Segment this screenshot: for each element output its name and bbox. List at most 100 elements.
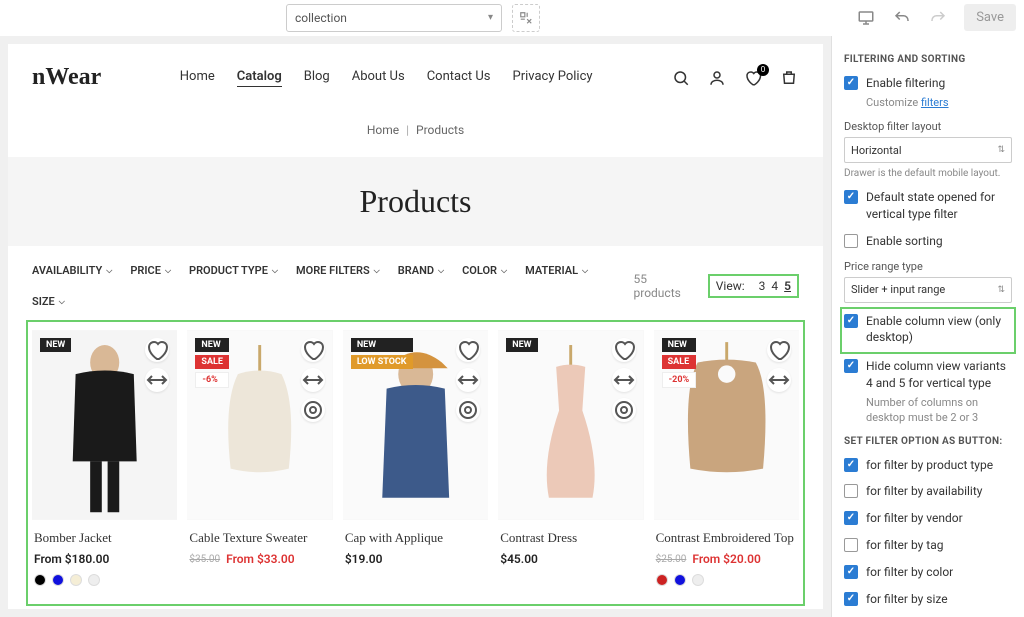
product-title: Cap with Applique <box>345 530 486 546</box>
price-range-type-select[interactable]: Slider + input range <box>844 277 1012 303</box>
filter-dropdown[interactable]: SIZE⌵ <box>32 295 65 308</box>
product-title: Contrast Dress <box>500 530 641 546</box>
product-image[interactable]: NEWSALE-20% <box>654 330 799 520</box>
checkbox-filter-option[interactable] <box>844 458 858 472</box>
column-view-switcher: View: 345 <box>708 274 799 298</box>
checkbox-enable-filtering[interactable] <box>844 76 858 90</box>
checkbox-enable-sorting[interactable] <box>844 234 858 248</box>
heart-icon[interactable] <box>612 338 636 362</box>
account-icon[interactable] <box>707 68 727 88</box>
checkbox-enable-column-view[interactable] <box>844 314 858 328</box>
checkbox-hide-column-variants[interactable] <box>844 359 858 373</box>
product-title: Contrast Embroidered Top <box>656 530 797 546</box>
product-card[interactable]: NEWSALE-20% Contrast Embroidered Top $25… <box>654 330 799 596</box>
column-view-option[interactable]: 4 <box>771 279 778 293</box>
editor-topbar: collection Save <box>0 0 1024 36</box>
redo-icon[interactable] <box>922 2 954 34</box>
breadcrumb-products: Products <box>416 123 464 137</box>
undo-icon[interactable] <box>886 2 918 34</box>
nav-item[interactable]: About Us <box>352 69 405 87</box>
checkbox-filter-option[interactable] <box>844 538 858 552</box>
color-swatch[interactable] <box>88 574 100 586</box>
nav-item[interactable]: Blog <box>304 69 330 87</box>
product-image[interactable]: NEWSALE-6% <box>187 330 332 520</box>
product-title: Bomber Jacket <box>34 530 175 546</box>
heart-icon[interactable] <box>767 338 791 362</box>
filter-dropdown[interactable]: COLOR⌵ <box>462 264 507 277</box>
compare-icon[interactable] <box>301 368 325 392</box>
product-count: 55 products <box>634 272 696 300</box>
compare-icon[interactable] <box>456 368 480 392</box>
compare-icon[interactable] <box>612 368 636 392</box>
section-select-icon[interactable] <box>512 4 540 32</box>
search-icon[interactable] <box>671 68 691 88</box>
page-type-select[interactable]: collection <box>286 4 502 32</box>
color-swatch[interactable] <box>52 574 64 586</box>
product-title: Cable Texture Sweater <box>189 530 330 546</box>
product-card[interactable]: NEW Bomber Jacket From $180.00 <box>32 330 177 596</box>
checkbox-default-state-opened[interactable] <box>844 190 858 204</box>
filter-dropdown[interactable]: BRAND⌵ <box>398 264 444 277</box>
heart-icon[interactable] <box>301 338 325 362</box>
eye-icon[interactable] <box>456 398 480 422</box>
product-image[interactable]: NEW <box>32 330 177 520</box>
nav-item[interactable]: Catalog <box>237 69 282 87</box>
save-button[interactable]: Save <box>964 4 1016 31</box>
product-card[interactable]: NEWLOW STOCK Cap with Applique $19.00 <box>343 330 488 596</box>
price-range-type-label: Price range type <box>844 260 1012 273</box>
product-price: $19.00 <box>345 552 486 566</box>
product-card[interactable]: NEWSALE-6% Cable Texture Sweater $35.00F… <box>187 330 332 596</box>
cart-icon[interactable] <box>779 68 799 88</box>
filter-dropdown[interactable]: MORE FILTERS⌵ <box>296 264 380 277</box>
section-heading-filter-buttons: SET FILTER OPTION AS BUTTON: <box>844 436 1012 447</box>
color-swatch[interactable] <box>692 574 704 586</box>
filter-dropdown[interactable]: PRICE⌵ <box>130 264 171 277</box>
desktop-filter-layout-label: Desktop filter layout <box>844 120 1012 133</box>
filter-dropdown[interactable]: MATERIAL⌵ <box>525 264 588 277</box>
breadcrumb: Home | Products <box>8 109 823 157</box>
color-swatch[interactable] <box>656 574 668 586</box>
product-price: $45.00 <box>500 552 641 566</box>
nav-item[interactable]: Contact Us <box>427 69 491 87</box>
heart-icon[interactable] <box>145 338 169 362</box>
heart-icon[interactable] <box>456 338 480 362</box>
product-price: $25.00From $20.00 <box>656 552 797 566</box>
filter-dropdown[interactable]: PRODUCT TYPE⌵ <box>189 264 278 277</box>
color-swatch[interactable] <box>34 574 46 586</box>
nav-item[interactable]: Home <box>180 69 215 87</box>
column-view-option[interactable]: 5 <box>784 279 791 293</box>
page-title-band: Products <box>8 157 823 246</box>
checkbox-filter-option[interactable] <box>844 592 858 606</box>
desktop-filter-layout-select[interactable]: Horizontal <box>844 137 1012 163</box>
site-logo[interactable]: nWear <box>32 64 101 91</box>
wishlist-icon[interactable]: 0 <box>743 68 763 88</box>
product-grid: NEW Bomber Jacket From $180.00 NEWSALE-6… <box>26 320 805 606</box>
eye-icon[interactable] <box>301 398 325 422</box>
breadcrumb-home[interactable]: Home <box>367 123 399 137</box>
filter-bar: AVAILABILITY⌵ PRICE⌵ PRODUCT TYPE⌵ MORE FIL… <box>8 246 823 316</box>
drawer-hint: Drawer is the default mobile layout. <box>844 168 1012 179</box>
color-swatch[interactable] <box>70 574 82 586</box>
filters-link[interactable]: filters <box>921 96 949 109</box>
preview-canvas-wrap: ↘ nWear HomeCatalogBlogAbout UsContact U… <box>0 36 831 617</box>
product-image[interactable]: NEWLOW STOCK <box>343 330 488 520</box>
main-nav: Home Catalog Blog About Us Contact Us Privacy… <box>180 69 593 87</box>
product-image[interactable]: NEW <box>498 330 643 520</box>
compare-icon[interactable] <box>767 368 791 392</box>
settings-sidebar: FILTERING AND SORTING Enable filtering C… <box>831 36 1024 617</box>
highlighted-setting: Enable column view (only desktop) <box>840 307 1016 355</box>
product-card[interactable]: NEW Contrast Dress $45.00 <box>498 330 643 596</box>
color-swatch[interactable] <box>674 574 686 586</box>
nav-item[interactable]: Privacy Policy <box>513 69 593 87</box>
checkbox-filter-option[interactable] <box>844 565 858 579</box>
checkbox-filter-option[interactable] <box>844 511 858 525</box>
site-header: nWear Home Catalog Blog About Us Contact Us P… <box>8 44 823 109</box>
product-price: From $180.00 <box>34 552 175 566</box>
desktop-preview-icon[interactable] <box>850 2 882 34</box>
compare-icon[interactable] <box>145 368 169 392</box>
section-heading-filtering: FILTERING AND SORTING <box>844 54 1012 65</box>
checkbox-filter-option[interactable] <box>844 484 858 498</box>
column-view-option[interactable]: 3 <box>759 279 766 293</box>
filter-dropdown[interactable]: AVAILABILITY⌵ <box>32 264 112 277</box>
eye-icon[interactable] <box>612 398 636 422</box>
